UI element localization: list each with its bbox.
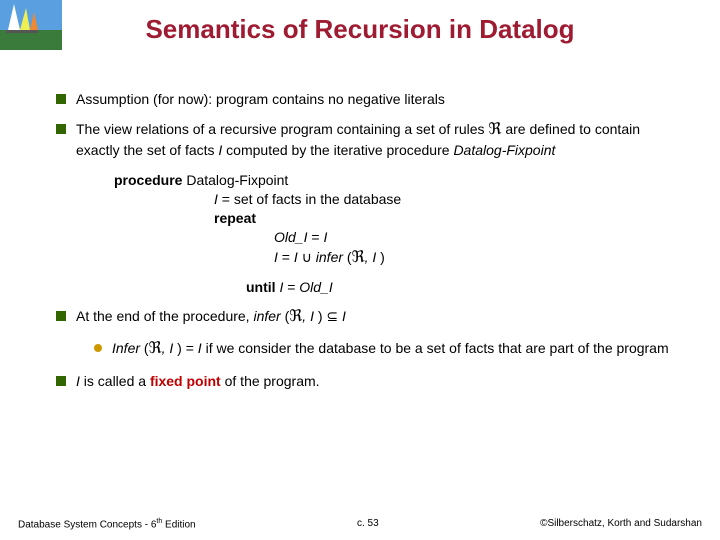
sub-bullet-1: Infer (ℜ, I ) = I if we consider the dat… bbox=[94, 339, 686, 360]
bullet-2: The view relations of a recursive progra… bbox=[56, 120, 686, 159]
circle-bullet-icon bbox=[94, 344, 102, 352]
bullet-3: At the end of the procedure, infer (ℜ, I… bbox=[56, 307, 686, 328]
proc-line-3: repeat bbox=[114, 209, 686, 228]
proc-until: until I = Old_I bbox=[246, 278, 686, 296]
footer-center: c. 53 bbox=[357, 518, 379, 530]
slide-body: Assumption (for now): program contains n… bbox=[56, 90, 686, 402]
slide-title: Semantics of Recursion in Datalog bbox=[0, 14, 720, 45]
slide-footer: Database System Concepts - 6th Edition c… bbox=[0, 518, 720, 530]
square-bullet-icon bbox=[56, 124, 66, 134]
bullet-4: I is called a fixed point of the program… bbox=[56, 372, 686, 390]
square-bullet-icon bbox=[56, 376, 66, 386]
bullet-4-text: I is called a fixed point of the program… bbox=[76, 372, 686, 390]
footer-left: Database System Concepts - 6th Edition bbox=[18, 518, 196, 530]
proc-line-1: procedure Datalog-Fixpoint bbox=[114, 171, 686, 190]
proc-line-5: I = I ∪ infer (ℜ, I ) bbox=[114, 247, 686, 269]
footer-right: ©Silberschatz, Korth and Sudarshan bbox=[540, 518, 702, 530]
sub-bullet-1-text: Infer (ℜ, I ) = I if we consider the dat… bbox=[112, 339, 686, 360]
bullet-1: Assumption (for now): program contains n… bbox=[56, 90, 686, 108]
procedure-block: procedure Datalog-Fixpoint I = set of fa… bbox=[114, 171, 686, 268]
square-bullet-icon bbox=[56, 311, 66, 321]
bullet-2-text: The view relations of a recursive progra… bbox=[76, 120, 686, 159]
bullet-3-text: At the end of the procedure, infer (ℜ, I… bbox=[76, 307, 686, 328]
proc-line-2: I = set of facts in the database bbox=[114, 190, 686, 209]
square-bullet-icon bbox=[56, 94, 66, 104]
proc-line-4: Old_I = I bbox=[114, 228, 686, 247]
bullet-1-text: Assumption (for now): program contains n… bbox=[76, 90, 686, 108]
